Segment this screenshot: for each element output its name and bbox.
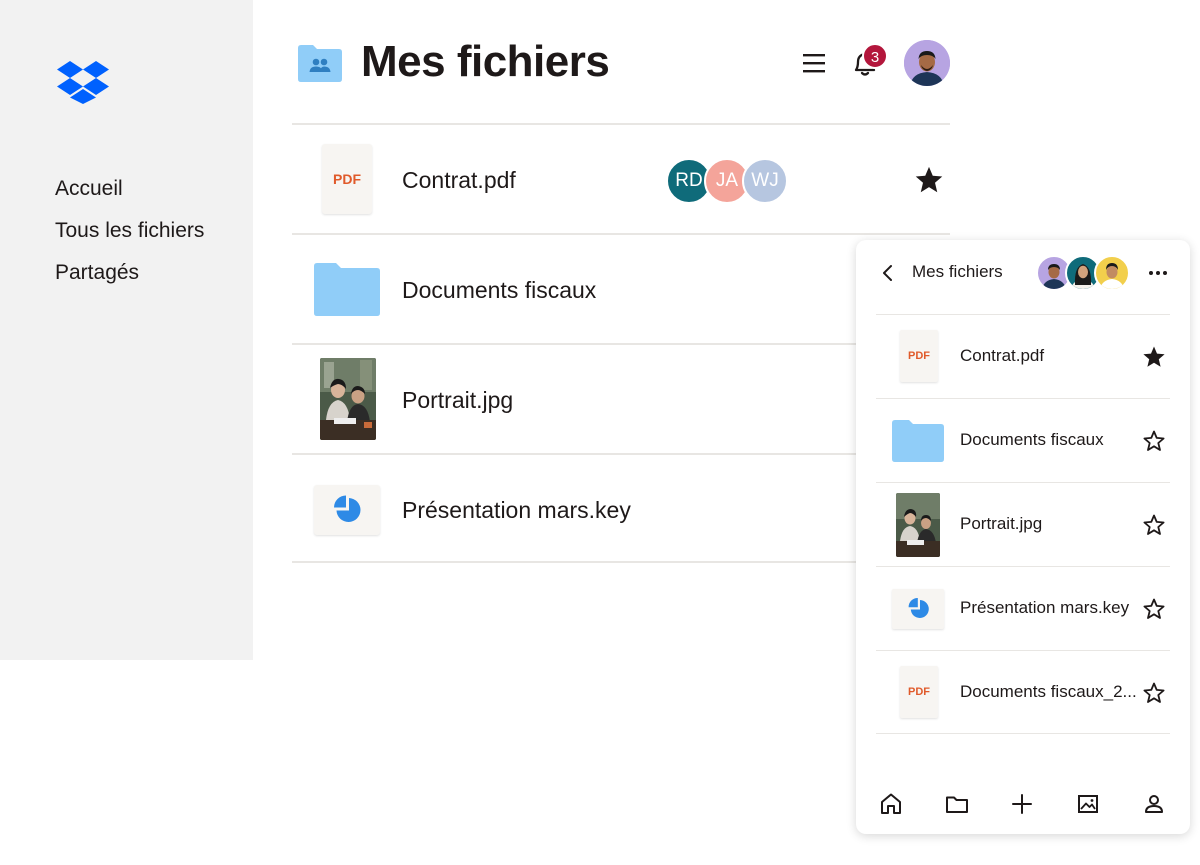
pdf-file-icon: PDF [900, 330, 938, 382]
file-name[interactable]: Documents fiscaux [402, 276, 596, 304]
file-row[interactable]: Portrait.jpg [292, 343, 950, 453]
collaborator-avatar[interactable]: WJ [742, 158, 788, 204]
menu-icon[interactable] [800, 48, 828, 78]
more-options-icon[interactable] [1146, 264, 1170, 282]
shared-folder-icon [298, 45, 342, 82]
sidebar-item-accueil[interactable]: Accueil [55, 168, 204, 210]
file-name[interactable]: Contrat.pdf [402, 166, 516, 194]
star-outline-icon[interactable] [1142, 513, 1166, 537]
mobile-file-row[interactable]: PDF Contrat.pdf [876, 314, 1170, 398]
star-filled-icon[interactable] [1142, 345, 1166, 369]
folder-icon [892, 420, 944, 462]
page-title: Mes fichiers [361, 37, 610, 86]
folder-icon [314, 263, 380, 316]
notification-count-badge: 3 [862, 43, 888, 69]
file-row[interactable]: PDF Contrat.pdf RD JA WJ [292, 123, 950, 233]
file-name[interactable]: Portrait.jpg [402, 386, 513, 414]
file-list: PDF Contrat.pdf RD JA WJ Documents fisca… [292, 123, 950, 563]
home-icon[interactable] [878, 791, 904, 817]
user-avatar[interactable] [904, 40, 950, 86]
mobile-file-name[interactable]: Présentation mars.key [960, 598, 1146, 618]
user-photo [904, 40, 950, 86]
keynote-file-icon [892, 589, 944, 629]
file-row[interactable]: Présentation mars.key [292, 453, 950, 563]
sidebar-nav: Accueil Tous les fichiers Partagés [55, 168, 204, 294]
mobile-page-title: Mes fichiers [912, 262, 1003, 281]
member-photo [1100, 263, 1124, 289]
image-thumbnail [320, 358, 376, 440]
star-outline-icon[interactable] [1142, 429, 1166, 453]
add-icon[interactable] [1009, 791, 1035, 817]
account-icon[interactable] [1141, 791, 1167, 817]
mobile-file-list: PDF Contrat.pdf Documents fiscaux Portra… [876, 314, 1170, 734]
mobile-app-panel: Mes fichiers PDF Contrat.pdf Documents f… [856, 240, 1190, 834]
pdf-file-icon: PDF [322, 144, 372, 214]
member-avatar [1094, 255, 1130, 291]
pdf-file-icon: PDF [900, 666, 938, 718]
mobile-file-name[interactable]: Contrat.pdf [960, 346, 1146, 366]
star-outline-icon[interactable] [1142, 681, 1166, 705]
folder-icon[interactable] [944, 791, 970, 817]
mobile-file-row[interactable]: Portrait.jpg [876, 482, 1170, 566]
sidebar-item-tous-les-fichiers[interactable]: Tous les fichiers [55, 210, 204, 252]
mobile-file-name[interactable]: Documents fiscaux [960, 430, 1146, 450]
keynote-file-icon [314, 485, 380, 535]
mobile-file-row[interactable]: PDF Documents fiscaux_2... [876, 650, 1170, 734]
star-filled-icon[interactable] [914, 165, 944, 195]
mobile-file-name[interactable]: Portrait.jpg [960, 514, 1146, 534]
sidebar: Accueil Tous les fichiers Partagés [0, 0, 253, 660]
back-chevron-icon[interactable] [880, 264, 896, 282]
file-name[interactable]: Présentation mars.key [402, 496, 631, 524]
pie-chart-icon [334, 495, 361, 522]
mobile-tab-bar [856, 774, 1190, 834]
photos-icon[interactable] [1075, 791, 1101, 817]
pie-chart-icon [908, 597, 929, 618]
sidebar-item-partages[interactable]: Partagés [55, 252, 204, 294]
dropbox-logo-icon[interactable] [57, 60, 109, 104]
mobile-file-row[interactable]: Présentation mars.key [876, 566, 1170, 650]
mobile-file-row[interactable]: Documents fiscaux [876, 398, 1170, 482]
mobile-file-name[interactable]: Documents fiscaux_2... [960, 682, 1146, 702]
file-row[interactable]: Documents fiscaux [292, 233, 950, 343]
star-outline-icon[interactable] [1142, 597, 1166, 621]
image-thumbnail [896, 493, 940, 557]
